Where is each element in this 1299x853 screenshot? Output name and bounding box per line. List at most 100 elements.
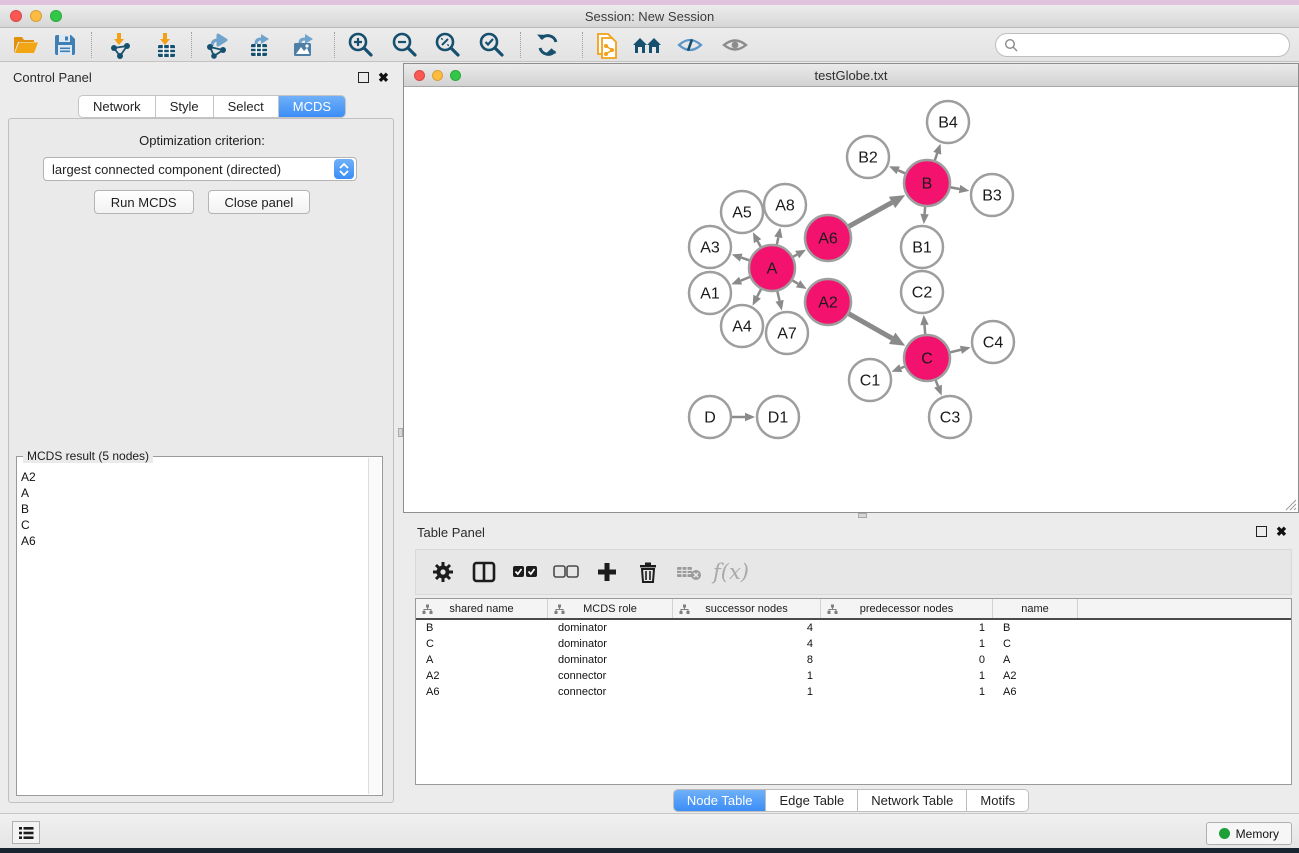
task-history-button[interactable] <box>12 821 40 844</box>
table-cell[interactable]: 0 <box>821 654 993 666</box>
graph-node-B1[interactable]: B1 <box>901 226 943 268</box>
table-cell[interactable]: C <box>993 638 1078 650</box>
optimization-criterion-select[interactable]: largest connected component (directed) <box>43 157 357 181</box>
control-panel-close-button[interactable]: ✖ <box>378 72 389 83</box>
mcds-result-item[interactable]: A2 <box>21 469 368 485</box>
table-cell[interactable]: A6 <box>416 686 548 698</box>
edge-A6-B[interactable] <box>849 202 892 226</box>
network-canvas[interactable]: B4B2BB3A8A5A6A3B1AC2A1A2A4A7C4CC1C3DD1 <box>404 87 1298 512</box>
horizontal-splitter-handle[interactable] <box>858 513 867 518</box>
table-cell[interactable]: 1 <box>821 686 993 698</box>
edge-A-A5[interactable] <box>758 241 761 247</box>
graph-node-C2[interactable]: C2 <box>901 271 943 313</box>
mcds-result-item[interactable]: A6 <box>21 533 368 549</box>
edge-A-A2[interactable] <box>793 280 799 283</box>
select-all-columns-button[interactable] <box>506 555 543 589</box>
edge-B-B1[interactable] <box>925 207 926 214</box>
table-cell[interactable]: A2 <box>993 670 1078 682</box>
show-panels-button[interactable] <box>715 30 755 60</box>
mcds-result-item[interactable]: A <box>21 485 368 501</box>
graph-node-B2[interactable]: B2 <box>847 136 889 178</box>
table-cell[interactable]: dominator <box>548 622 673 634</box>
new-network-button[interactable] <box>588 30 628 60</box>
graph-node-A1[interactable]: A1 <box>689 272 731 314</box>
table-cell[interactable]: 1 <box>821 622 993 634</box>
graph-node-A3[interactable]: A3 <box>689 226 731 268</box>
edge-A-A4[interactable] <box>757 289 761 296</box>
mcds-result-list[interactable]: A2ABCA6 <box>17 463 368 793</box>
zoom-out-button[interactable] <box>385 30 425 60</box>
table-cell[interactable]: 1 <box>821 670 993 682</box>
mcds-result-item[interactable]: C <box>21 517 368 533</box>
edge-A-A8[interactable] <box>777 237 778 244</box>
mcds-result-scrollbar[interactable] <box>368 458 381 794</box>
global-search-field[interactable] <box>995 33 1290 57</box>
tab-network[interactable]: Network <box>79 96 156 117</box>
search-input[interactable] <box>1024 38 1289 52</box>
export-table-button[interactable] <box>241 30 281 60</box>
resize-grip-icon[interactable] <box>1285 499 1297 511</box>
graph-node-C1[interactable]: C1 <box>849 359 891 401</box>
table-panel-float-button[interactable] <box>1256 526 1267 537</box>
graph-node-D1[interactable]: D1 <box>757 396 799 438</box>
save-session-button[interactable] <box>45 30 85 60</box>
tab-select[interactable]: Select <box>214 96 279 117</box>
graph-node-A7[interactable]: A7 <box>766 312 808 354</box>
edge-B-B3[interactable] <box>951 187 960 189</box>
edge-C-C4[interactable] <box>950 350 961 353</box>
table-cell[interactable]: A2 <box>416 670 548 682</box>
delete-table-button[interactable] <box>670 555 707 589</box>
network-window-titlebar[interactable]: testGlobe.txt <box>404 64 1298 87</box>
table-cell[interactable]: B <box>416 622 548 634</box>
export-network-button[interactable] <box>198 30 238 60</box>
edge-C-C2[interactable] <box>924 325 925 334</box>
table-panel-close-button[interactable]: ✖ <box>1276 526 1287 537</box>
graph-node-A[interactable]: A <box>749 245 795 291</box>
column-header-name[interactable]: name <box>993 599 1078 618</box>
tab-motifs[interactable]: Motifs <box>967 790 1028 811</box>
control-panel-float-button[interactable] <box>358 72 369 83</box>
graph-node-A2[interactable]: A2 <box>805 279 851 325</box>
mcds-result-item[interactable]: B <box>21 501 368 517</box>
table-cell[interactable]: 1 <box>821 638 993 650</box>
node-table[interactable]: shared nameMCDS rolesuccessor nodesprede… <box>415 598 1292 785</box>
column-header-predecessor-nodes[interactable]: predecessor nodes <box>821 599 993 618</box>
zoom-fit-button[interactable] <box>428 30 468 60</box>
table-cell[interactable]: 4 <box>673 622 821 634</box>
apply-layout-button[interactable] <box>528 30 568 60</box>
graph-node-B3[interactable]: B3 <box>971 174 1013 216</box>
table-cell[interactable]: 1 <box>673 670 821 682</box>
function-builder-button[interactable]: f(x) <box>713 560 749 584</box>
graph-node-A5[interactable]: A5 <box>721 191 763 233</box>
edge-A-A6[interactable] <box>793 255 797 257</box>
column-header-MCDS-role[interactable]: MCDS role <box>548 599 673 618</box>
table-row[interactable]: A2connector11A2 <box>416 668 1291 684</box>
table-row[interactable]: Adominator80A <box>416 652 1291 668</box>
export-image-button[interactable] <box>284 30 324 60</box>
import-network-button[interactable] <box>100 30 140 60</box>
tab-mcds[interactable]: MCDS <box>279 96 345 117</box>
table-row[interactable]: Cdominator41C <box>416 636 1291 652</box>
graph-node-B[interactable]: B <box>904 160 950 206</box>
graph-node-D[interactable]: D <box>689 396 731 438</box>
graph-node-A8[interactable]: A8 <box>764 184 806 226</box>
table-cell[interactable]: 1 <box>673 686 821 698</box>
graph-node-A4[interactable]: A4 <box>721 305 763 347</box>
open-session-button[interactable] <box>6 30 46 60</box>
zoom-selected-button[interactable] <box>472 30 512 60</box>
table-cell[interactable]: 4 <box>673 638 821 650</box>
edge-A-A3[interactable] <box>741 258 749 261</box>
close-panel-button[interactable]: Close panel <box>208 190 311 214</box>
graph-node-C3[interactable]: C3 <box>929 396 971 438</box>
tab-network-table[interactable]: Network Table <box>858 790 967 811</box>
graph-node-C[interactable]: C <box>904 335 950 381</box>
column-header-shared-name[interactable]: shared name <box>416 599 548 618</box>
table-cell[interactable]: C <box>416 638 548 650</box>
table-cell[interactable]: connector <box>548 686 673 698</box>
edge-A-A7[interactable] <box>777 291 779 300</box>
table-row[interactable]: Bdominator41B <box>416 620 1291 636</box>
table-cell[interactable]: B <box>993 622 1078 634</box>
graph-node-B4[interactable]: B4 <box>927 101 969 143</box>
table-cell[interactable]: dominator <box>548 638 673 650</box>
table-cell[interactable]: connector <box>548 670 673 682</box>
